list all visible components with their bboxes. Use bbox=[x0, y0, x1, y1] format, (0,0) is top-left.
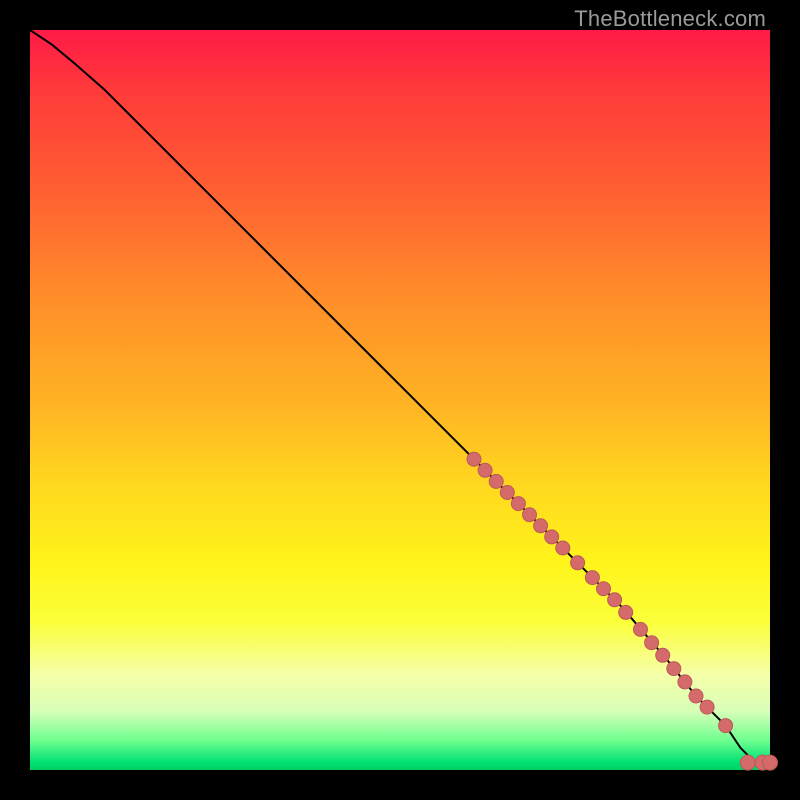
data-point bbox=[585, 571, 599, 585]
data-point bbox=[534, 519, 548, 533]
plot-area bbox=[30, 30, 770, 770]
data-point bbox=[571, 556, 585, 570]
data-point bbox=[467, 452, 481, 466]
data-point bbox=[478, 463, 492, 477]
data-point bbox=[634, 622, 648, 636]
data-point bbox=[689, 689, 703, 703]
data-point bbox=[511, 497, 525, 511]
data-point bbox=[678, 675, 692, 689]
chart-stage: TheBottleneck.com bbox=[0, 0, 800, 800]
data-point bbox=[489, 474, 503, 488]
data-point bbox=[597, 582, 611, 596]
data-point bbox=[645, 636, 659, 650]
data-point bbox=[700, 700, 714, 714]
data-point bbox=[667, 662, 681, 676]
end-point bbox=[740, 755, 755, 770]
data-point bbox=[523, 508, 537, 522]
data-point bbox=[608, 593, 622, 607]
data-point bbox=[656, 648, 670, 662]
end-dots-group bbox=[740, 755, 777, 770]
curve-dots-group bbox=[467, 452, 733, 732]
data-point bbox=[556, 541, 570, 555]
watermark-text: TheBottleneck.com bbox=[574, 6, 766, 32]
data-point bbox=[619, 605, 633, 619]
chart-svg bbox=[30, 30, 770, 770]
data-point bbox=[719, 719, 733, 733]
end-point bbox=[763, 755, 778, 770]
data-point bbox=[545, 530, 559, 544]
data-point bbox=[500, 486, 514, 500]
